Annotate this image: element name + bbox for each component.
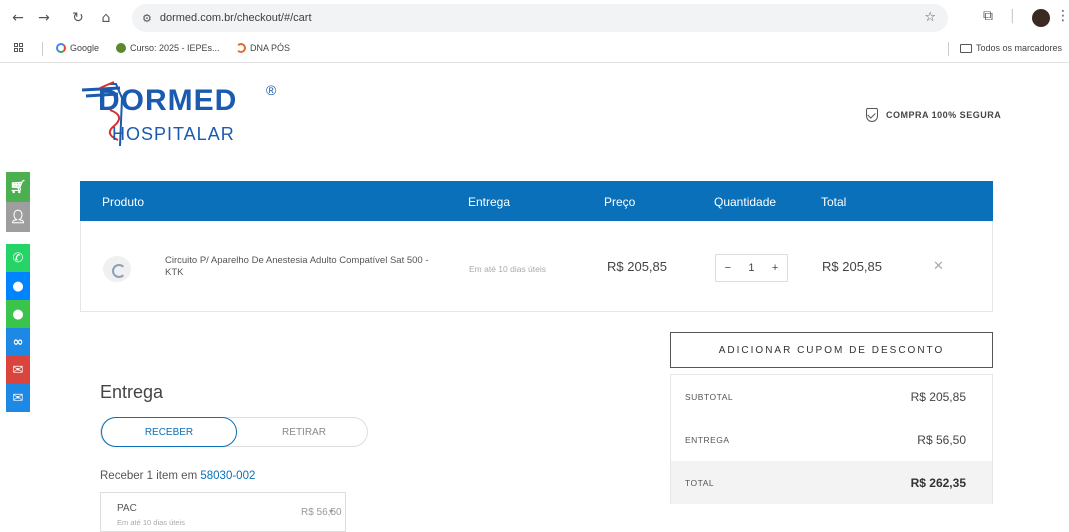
total-label: TOTAL	[685, 477, 715, 488]
pickup-option[interactable]: RETIRAR	[241, 418, 367, 446]
quantity-stepper: − 1 +	[715, 254, 788, 282]
order-summary: SUBTOTAL R$ 205,85 ENTREGA R$ 56,50 TOTA…	[670, 374, 993, 504]
delivery-mode-toggle: RECEBER RETIRAR	[100, 417, 368, 447]
globe-icon	[116, 43, 126, 53]
column-price: Preço	[604, 195, 636, 209]
logo-subtitle: HOSPITALAR	[112, 124, 235, 144]
shipping-option-name: PAC	[117, 503, 137, 514]
google-icon	[56, 43, 66, 53]
product-image[interactable]	[103, 256, 131, 282]
bookmark-star-icon[interactable]: ☆	[924, 10, 936, 25]
plus-icon[interactable]: +	[772, 262, 778, 274]
chat-icon[interactable]: ●	[6, 300, 30, 328]
dna-icon	[236, 43, 246, 53]
extensions-icon[interactable]: ⧉	[983, 8, 993, 24]
gmail-icon[interactable]: ✉	[6, 356, 30, 384]
bookmark-google[interactable]: Google	[56, 43, 99, 53]
line-total: R$ 205,85	[822, 259, 882, 274]
shipping-option-price: R$ 56,50	[301, 507, 342, 518]
secure-label: COMPRA 100% SEGURA	[886, 110, 1002, 120]
home-icon[interactable]: ⌂	[96, 8, 116, 28]
shield-check-icon	[866, 108, 878, 122]
toolbar-divider: |	[1010, 8, 1015, 24]
minus-icon[interactable]: −	[725, 262, 731, 274]
reload-icon[interactable]: ↻	[68, 8, 88, 28]
dormed-logo[interactable]: DORMED ® HOSPITALAR	[80, 80, 300, 150]
email-icon[interactable]: ✉	[6, 384, 30, 412]
subtotal-value: R$ 205,85	[910, 389, 966, 404]
chevron-down-icon: ▾	[329, 507, 334, 516]
bookmarks-bar: Google Curso: 2025 - IEPEs... DNA PÓS To…	[0, 38, 1069, 60]
link-icon[interactable]: ∞	[6, 328, 30, 356]
add-user-icon[interactable]: 👤︎	[6, 202, 30, 232]
receive-label: RECEBER	[144, 426, 194, 438]
cart-item-row: Circuito P/ Aparelho De Anestesia Adulto…	[80, 221, 993, 312]
secure-purchase-badge: COMPRA 100% SEGURA	[866, 108, 1001, 122]
bookmark-label: Google	[70, 43, 100, 53]
apps-icon[interactable]	[14, 43, 23, 52]
bookmark-label: Curso: 2025 - IEPEs...	[130, 43, 220, 53]
site-info-icon[interactable]: ⚙	[142, 12, 152, 25]
bookmark-curso[interactable]: Curso: 2025 - IEPEs...	[116, 43, 220, 53]
subtotal-row: SUBTOTAL R$ 205,85	[671, 375, 992, 418]
messenger-icon[interactable]: ●	[6, 272, 30, 300]
all-bookmarks-label: Todos os marcadores	[976, 43, 1063, 53]
browser-toolbar: ← → ↻ ⌂ ⚙ dormed.com.br/checkout/#/cart …	[0, 0, 1069, 36]
cep-link[interactable]: 58030-002	[200, 470, 255, 482]
product-name[interactable]: Circuito P/ Aparelho De Anestesia Adulto…	[165, 255, 445, 279]
whatsapp-icon[interactable]: ✆	[6, 244, 30, 272]
social-sidebar: 🛒︎ 👤︎ ✆ ● ● ∞ ✉ ✉	[6, 172, 30, 412]
shipping-row: ENTREGA R$ 56,50	[671, 418, 992, 461]
logo-text: DORMED	[98, 84, 238, 117]
registered-mark: ®	[266, 82, 277, 98]
bookmark-divider	[948, 42, 949, 56]
unit-price: R$ 205,85	[607, 259, 667, 274]
cart-table-header: Produto Entrega Preço Quantidade Total	[80, 181, 993, 221]
shipping-value: R$ 56,50	[917, 432, 966, 447]
remove-item-icon[interactable]: ✕	[933, 259, 944, 274]
forward-icon[interactable]: →	[34, 8, 54, 28]
delivery-title: Entrega	[100, 382, 164, 402]
pickup-label: RETIRAR	[282, 426, 326, 438]
bookmark-label: DNA PÓS	[250, 43, 291, 53]
all-bookmarks[interactable]: Todos os marcadores	[960, 43, 1062, 53]
shipping-option-select[interactable]: PAC Em até 10 dias úteis R$ 56,50 ▾	[100, 492, 346, 532]
receive-info: Receber 1 item em 58030-002	[100, 470, 255, 482]
bookmark-divider	[42, 42, 43, 56]
column-delivery: Entrega	[468, 195, 511, 209]
menu-icon[interactable]: ⋮	[1056, 8, 1069, 24]
column-product: Produto	[102, 195, 145, 209]
column-quantity: Quantidade	[714, 195, 777, 209]
shipping-option-time: Em até 10 dias úteis	[117, 518, 185, 527]
back-icon[interactable]: ←	[8, 8, 28, 28]
receive-text: Receber 1 item em	[100, 470, 198, 482]
quantity-value[interactable]: 1	[748, 262, 754, 274]
cart-icon[interactable]: 🛒︎	[6, 172, 30, 202]
folder-icon	[960, 43, 972, 53]
subtotal-label: SUBTOTAL	[685, 391, 734, 402]
bookmark-dna[interactable]: DNA PÓS	[236, 43, 290, 53]
total-value: R$ 262,35	[910, 475, 966, 490]
receive-option[interactable]: RECEBER	[101, 417, 237, 447]
url-text[interactable]: dormed.com.br/checkout/#/cart	[160, 12, 312, 24]
shipping-label: ENTREGA	[685, 434, 730, 445]
coupon-label: ADICIONAR CUPOM DE DESCONTO	[718, 344, 945, 356]
column-total: Total	[821, 195, 847, 209]
delivery-estimate: Em até 10 dias úteis	[469, 264, 547, 274]
total-row: TOTAL R$ 262,35	[671, 461, 992, 504]
address-bar[interactable]: ⚙ dormed.com.br/checkout/#/cart ☆	[132, 4, 948, 32]
chrome-divider	[0, 62, 1069, 63]
profile-avatar[interactable]	[1032, 9, 1050, 27]
add-coupon-button[interactable]: ADICIONAR CUPOM DE DESCONTO	[670, 332, 993, 368]
